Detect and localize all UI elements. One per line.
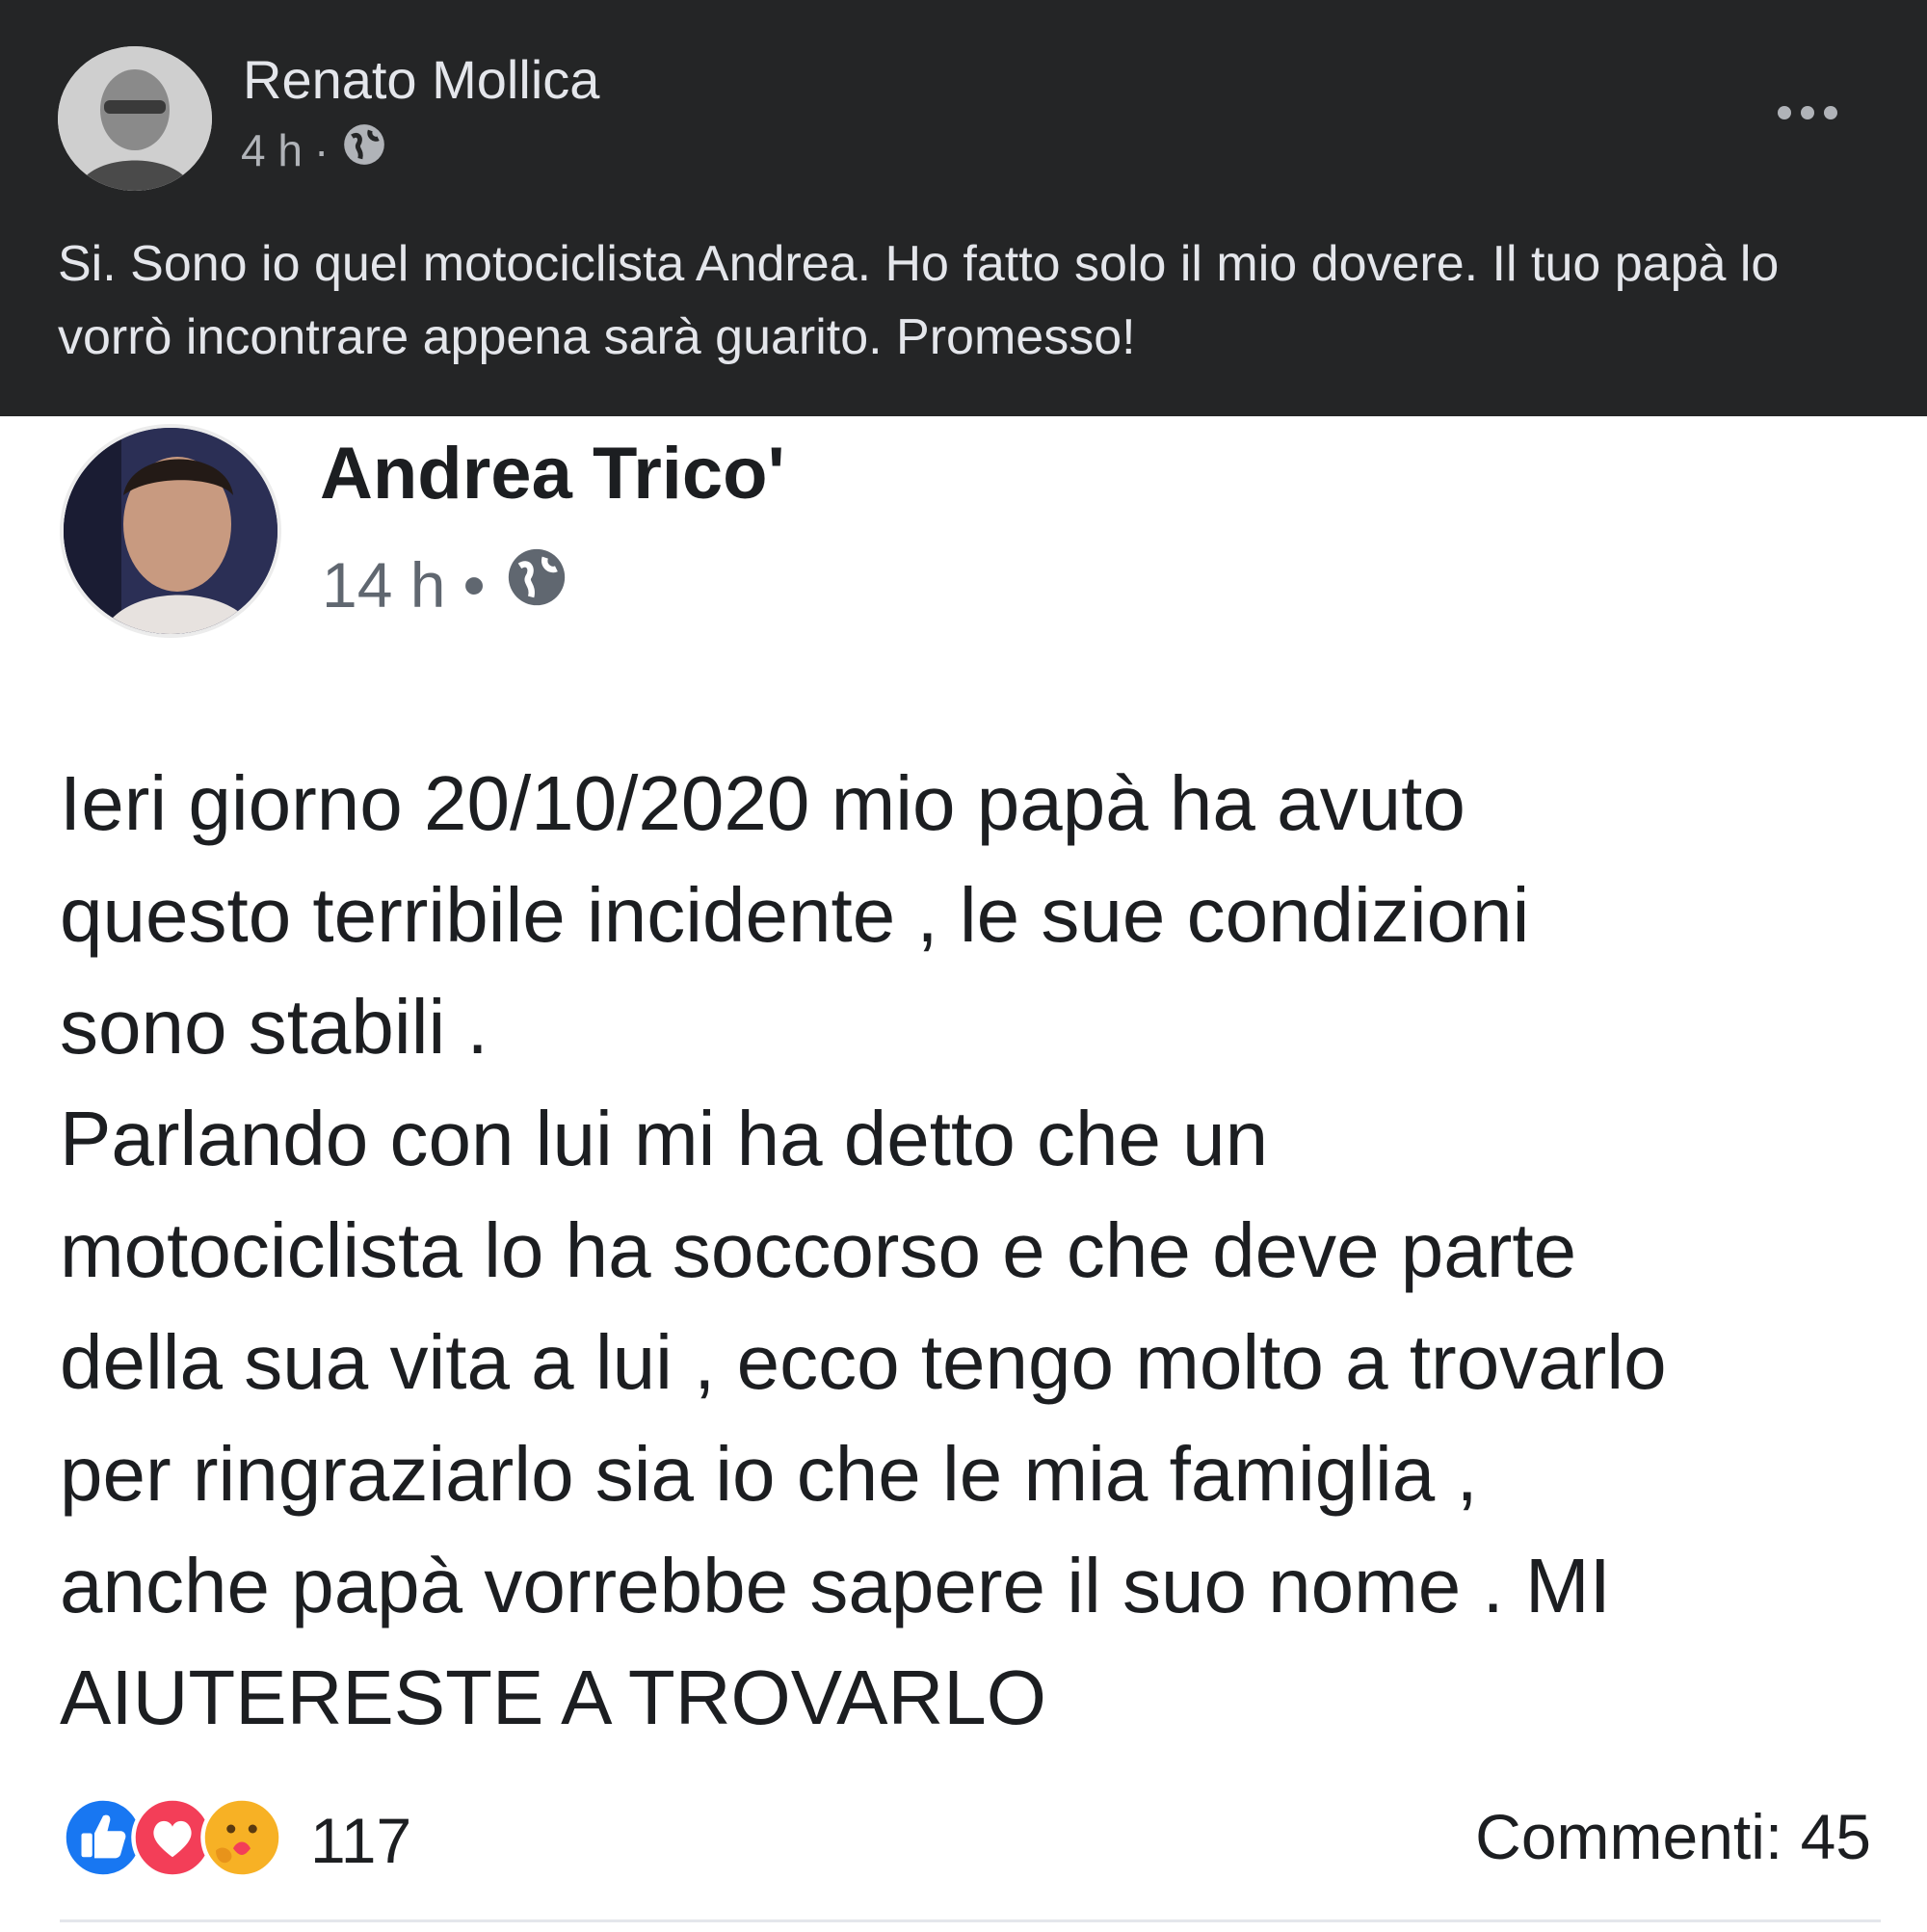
meta-separator: · <box>313 124 330 175</box>
post-text-line: Ieri giorno 20/10/2020 mio papà ha avuto <box>60 760 1465 846</box>
avatar-photo <box>64 428 277 634</box>
more-options-icon[interactable] <box>1769 89 1846 137</box>
post-text-line: per ringraziarlo sia io che le mia famig… <box>60 1431 1478 1517</box>
globe-icon <box>503 543 570 625</box>
post-text-line: motociclista lo ha soccorso e che deve p… <box>60 1207 1577 1293</box>
post-text: Ieri giorno 20/10/2020 mio papà ha avuto… <box>60 748 1890 1754</box>
post-text-line: anche papà vorrebbe sapere il suo nome .… <box>60 1543 1611 1628</box>
post-text: Si. Sono io quel motociclista Andrea. Ho… <box>58 236 1780 365</box>
avatar-photo <box>58 46 212 191</box>
post-text-line: sono stabili . <box>60 984 488 1070</box>
meta-separator: • <box>462 548 486 621</box>
avatar[interactable] <box>60 424 281 638</box>
post-text-line: della sua vita a lui , ecco tengo molto … <box>60 1319 1667 1405</box>
post-time[interactable]: 14 h <box>322 548 445 622</box>
author-name[interactable]: Andrea Trico' <box>320 432 785 516</box>
post-text-line: questo terribile incidente , le sue cond… <box>60 872 1530 958</box>
reaction-count: 117 <box>310 1804 412 1876</box>
author-name[interactable]: Renato Mollica <box>243 48 599 111</box>
outer-post: Renato Mollica 4 h · Si. Sono io quel mo… <box>0 0 1927 416</box>
comments-count-link[interactable]: Commenti: 45 <box>1475 1800 1871 1873</box>
care-icon <box>198 1794 285 1886</box>
post-meta: 4 h · <box>241 120 388 179</box>
globe-icon <box>340 120 388 179</box>
reaction-icons <box>60 1794 285 1886</box>
post-text-line: AIUTERESTE A TROVARLO <box>60 1654 1046 1740</box>
post-time[interactable]: 4 h <box>241 124 303 176</box>
post-text-line: Parlando con lui mi ha detto che un <box>60 1096 1269 1181</box>
reactions-summary[interactable]: 117 <box>60 1794 411 1886</box>
post-meta: 14 h • <box>322 543 570 625</box>
divider <box>60 1919 1881 1922</box>
avatar[interactable] <box>58 46 212 191</box>
